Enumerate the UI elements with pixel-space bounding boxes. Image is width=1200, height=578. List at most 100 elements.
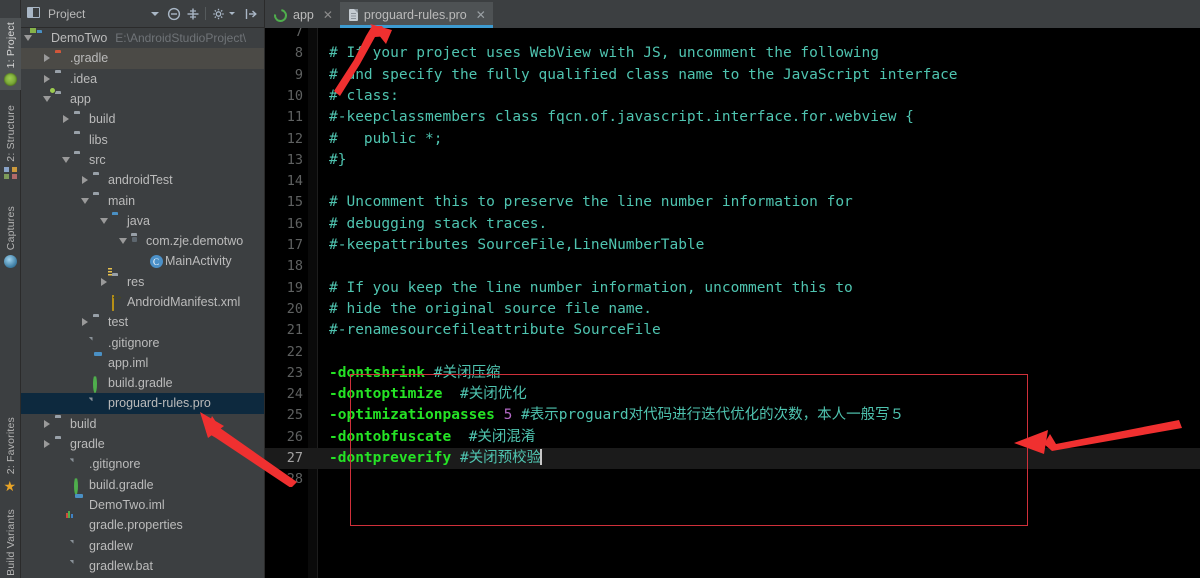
line-number: 20 — [286, 300, 303, 317]
gradle-file-icon — [73, 476, 88, 495]
chevron-down-icon[interactable] — [116, 238, 129, 245]
toolwindow-button-favorites[interactable]: ★ 2: Favorites — [0, 408, 21, 496]
close-icon[interactable]: ✕ — [476, 9, 486, 21]
tree-row[interactable]: gradlew.bat — [21, 556, 264, 576]
chevron-right-icon[interactable] — [78, 318, 91, 327]
line-number: 16 — [286, 215, 303, 232]
tree-row[interactable]: C MainActivity — [21, 251, 264, 271]
chevron-right-icon[interactable] — [97, 277, 110, 286]
code-line[interactable]: #-keepattributes SourceFile,LineNumberTa… — [317, 235, 1200, 256]
collapse-all-icon[interactable] — [165, 5, 182, 22]
code-line[interactable]: # debugging stack traces. — [317, 214, 1200, 235]
code-line[interactable]: # public *; — [317, 129, 1200, 150]
line-number: 7 — [294, 28, 303, 40]
chevron-down-icon[interactable] — [40, 96, 53, 103]
code-line[interactable] — [317, 171, 1200, 192]
code-line[interactable]: # and specify the fully qualified class … — [317, 65, 1200, 86]
code-comment: #表示proguard对代码进行迭代优化的次数，本人一般写５ — [521, 407, 905, 424]
code-line[interactable]: # Uncomment this to preserve the line nu… — [317, 192, 1200, 213]
code-line[interactable]: -dontobfuscate #关闭混淆 — [317, 427, 1200, 448]
tree-row[interactable]: test — [21, 312, 264, 332]
tree-row[interactable]: java — [21, 211, 264, 231]
chevron-right-icon[interactable] — [40, 419, 53, 428]
tree-row[interactable]: res — [21, 267, 264, 292]
tree-row[interactable]: DemoTwo E:\AndroidStudioProject\ — [21, 28, 264, 48]
tree-row[interactable]: .gradle — [21, 48, 264, 69]
toolwindow-button-project[interactable]: 1: Project — [0, 18, 21, 90]
tree-row[interactable]: proguard-rules.pro — [21, 393, 264, 414]
proguard-directive: -dontshrink — [329, 364, 426, 381]
tree-row[interactable]: build — [21, 109, 264, 129]
code-line[interactable]: # class: — [317, 86, 1200, 107]
tree-row[interactable]: libs — [21, 129, 264, 149]
chevron-right-icon[interactable] — [78, 176, 91, 185]
tree-row[interactable]: com.zje.demotwo — [21, 231, 264, 251]
tree-row[interactable]: DemoTwo.iml — [21, 495, 264, 515]
gutter-marker-strip — [308, 28, 317, 578]
tree-item-label: build — [89, 112, 116, 127]
code-line[interactable] — [317, 342, 1200, 363]
code-line[interactable]: -dontoptimize #关闭优化 — [317, 384, 1200, 405]
tree-row[interactable]: androidTest — [21, 170, 264, 190]
tree-row[interactable]: app.iml — [21, 353, 264, 373]
code-line[interactable]: -dontpreverify #关闭预校验 — [317, 448, 1200, 470]
xml-file-icon — [111, 295, 126, 311]
android-studio-window: 1: Project 2: Structure Captures ★ 2: Fa… — [0, 0, 1200, 578]
tree-row[interactable]: AndroidManifest.xml — [21, 292, 264, 312]
chevron-down-icon[interactable] — [97, 217, 110, 224]
tree-row[interactable]: .idea — [21, 69, 264, 89]
tree-row[interactable]: build — [21, 414, 264, 434]
chevron-down-icon[interactable] — [78, 197, 91, 204]
toolwindow-button-structure[interactable]: 2: Structure — [0, 96, 21, 184]
tree-row[interactable]: gradle — [21, 434, 264, 454]
tree-row[interactable]: .gitignore — [21, 332, 264, 352]
code-line[interactable]: -optimizationpasses 5 #表示proguard对代码进行迭代… — [317, 405, 1200, 426]
toolwindow-button-build-variants[interactable]: Build Variants — [0, 500, 21, 578]
tree-item-label: gradle — [70, 437, 105, 452]
tree-row[interactable]: src — [21, 150, 264, 170]
tree-row[interactable]: .gitignore — [21, 454, 264, 474]
code-line[interactable] — [317, 469, 1200, 490]
tree-row[interactable]: gradle.properties — [21, 515, 264, 535]
code-comment: #-keepattributes SourceFile,LineNumberTa… — [329, 237, 705, 253]
code-comment: # If your project uses WebView with JS, … — [329, 45, 879, 62]
tree-row[interactable]: build.gradle — [21, 475, 264, 495]
tree-item-icon — [53, 52, 70, 64]
code-line[interactable]: # If you keep the line number informatio… — [317, 278, 1200, 299]
line-number: 12 — [286, 130, 303, 147]
project-tree[interactable]: DemoTwo E:\AndroidStudioProject\ .gradle .i… — [21, 28, 264, 578]
tree-item-label: src — [89, 152, 106, 167]
chevron-right-icon[interactable] — [40, 74, 53, 83]
chevron-right-icon[interactable] — [40, 440, 53, 449]
editor-tab-app[interactable]: app ✕ — [265, 2, 340, 28]
editor-tab-label: proguard-rules.pro — [363, 8, 467, 22]
code-content[interactable]: # If your project uses WebView with JS, … — [317, 28, 1200, 578]
chevron-down-icon[interactable] — [21, 35, 34, 42]
chevron-down-icon[interactable] — [59, 156, 72, 163]
chevron-down-icon[interactable] — [146, 5, 163, 22]
line-number: 14 — [286, 173, 303, 190]
code-line[interactable]: -dontshrink #关闭压缩 — [317, 363, 1200, 384]
tree-row[interactable]: app — [21, 87, 264, 109]
gear-dropdown-chevron-icon[interactable] — [223, 5, 240, 22]
code-line[interactable] — [317, 28, 1200, 43]
code-line[interactable]: #-keepclassmembers class fqcn.of.javascr… — [317, 107, 1200, 128]
expand-all-icon[interactable] — [184, 5, 201, 22]
code-editor[interactable]: 7 8 9 10 11 12 13 14 15 16 17 18 19 20 21 22 23 24 25 26 27 2… — [265, 28, 1200, 578]
code-line[interactable]: # If your project uses WebView with JS, … — [317, 43, 1200, 64]
hide-panel-icon[interactable] — [242, 5, 259, 22]
code-line[interactable] — [317, 256, 1200, 277]
close-icon[interactable]: ✕ — [323, 9, 333, 21]
tree-row[interactable]: gradlew — [21, 535, 264, 555]
tree-row[interactable]: main — [21, 190, 264, 210]
chevron-right-icon[interactable] — [59, 115, 72, 124]
toolwindow-button-captures[interactable]: Captures — [0, 192, 21, 272]
code-line[interactable]: # hide the original source file name. — [317, 299, 1200, 320]
code-line[interactable]: #-renamesourcefileattribute SourceFile — [317, 320, 1200, 341]
chevron-right-icon[interactable] — [40, 54, 53, 63]
tree-row[interactable]: build.gradle — [21, 373, 264, 394]
editor-tab-proguard-rules[interactable]: proguard-rules.pro ✕ — [339, 2, 493, 28]
tree-item-label: .gitignore — [89, 457, 141, 472]
code-line[interactable]: #} — [317, 150, 1200, 171]
